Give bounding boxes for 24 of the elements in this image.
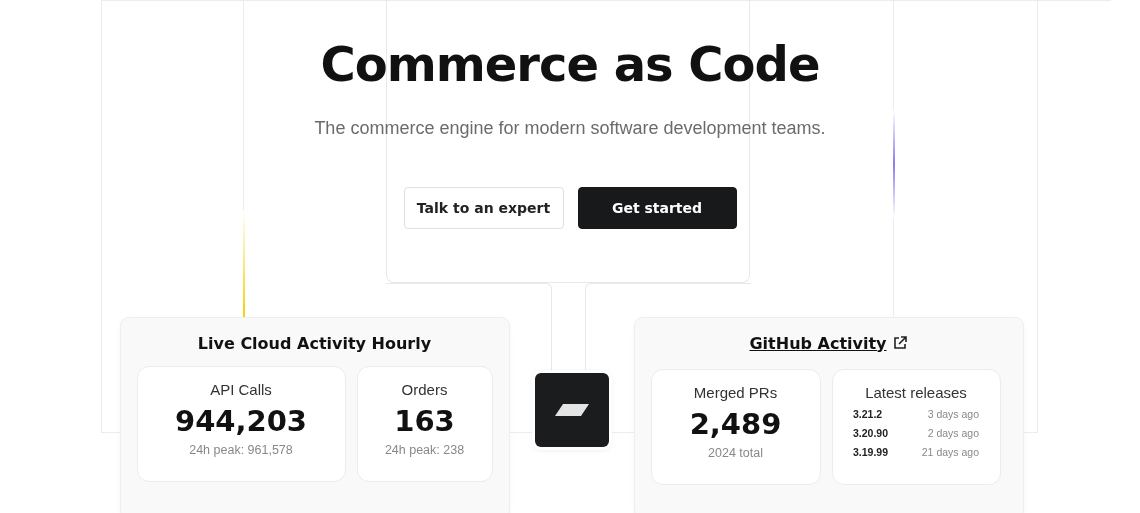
external-link-icon [891, 335, 908, 351]
github-activity-link[interactable]: GitHub Activity [749, 333, 887, 353]
release-age: 3 days ago [927, 408, 979, 420]
stat-value: 163 [394, 404, 455, 438]
logo-icon [554, 404, 589, 416]
hero-title: Commerce as Code [320, 35, 820, 94]
release-age: 2 days ago [927, 427, 979, 439]
stat-note: 24h peak: 238 [384, 443, 465, 457]
stat-label: Orders [401, 381, 448, 398]
stat-value: 944,203 [174, 404, 308, 438]
card-title: Live Cloud Activity Hourly [196, 332, 433, 355]
releases-title: Latest releases [865, 384, 967, 401]
stat-note: 24h peak: 961,578 [189, 443, 293, 457]
hero-subtitle: The commerce engine for modern software development teams. [314, 118, 826, 139]
stat-label: Merged PRs [693, 384, 778, 401]
release-version: 3.19.99 [853, 446, 889, 458]
stat-label: API Calls [210, 381, 272, 398]
get-started-button[interactable]: Get started [577, 187, 737, 229]
release-version: 3.20.90 [853, 427, 889, 439]
release-version: 3.21.2 [853, 408, 883, 420]
contact-button[interactable]: Talk to an expert [403, 187, 564, 229]
stat-note: 2024 total [708, 446, 763, 460]
stat-value: 2,489 [689, 407, 782, 441]
release-age: 21 days ago [921, 446, 979, 458]
